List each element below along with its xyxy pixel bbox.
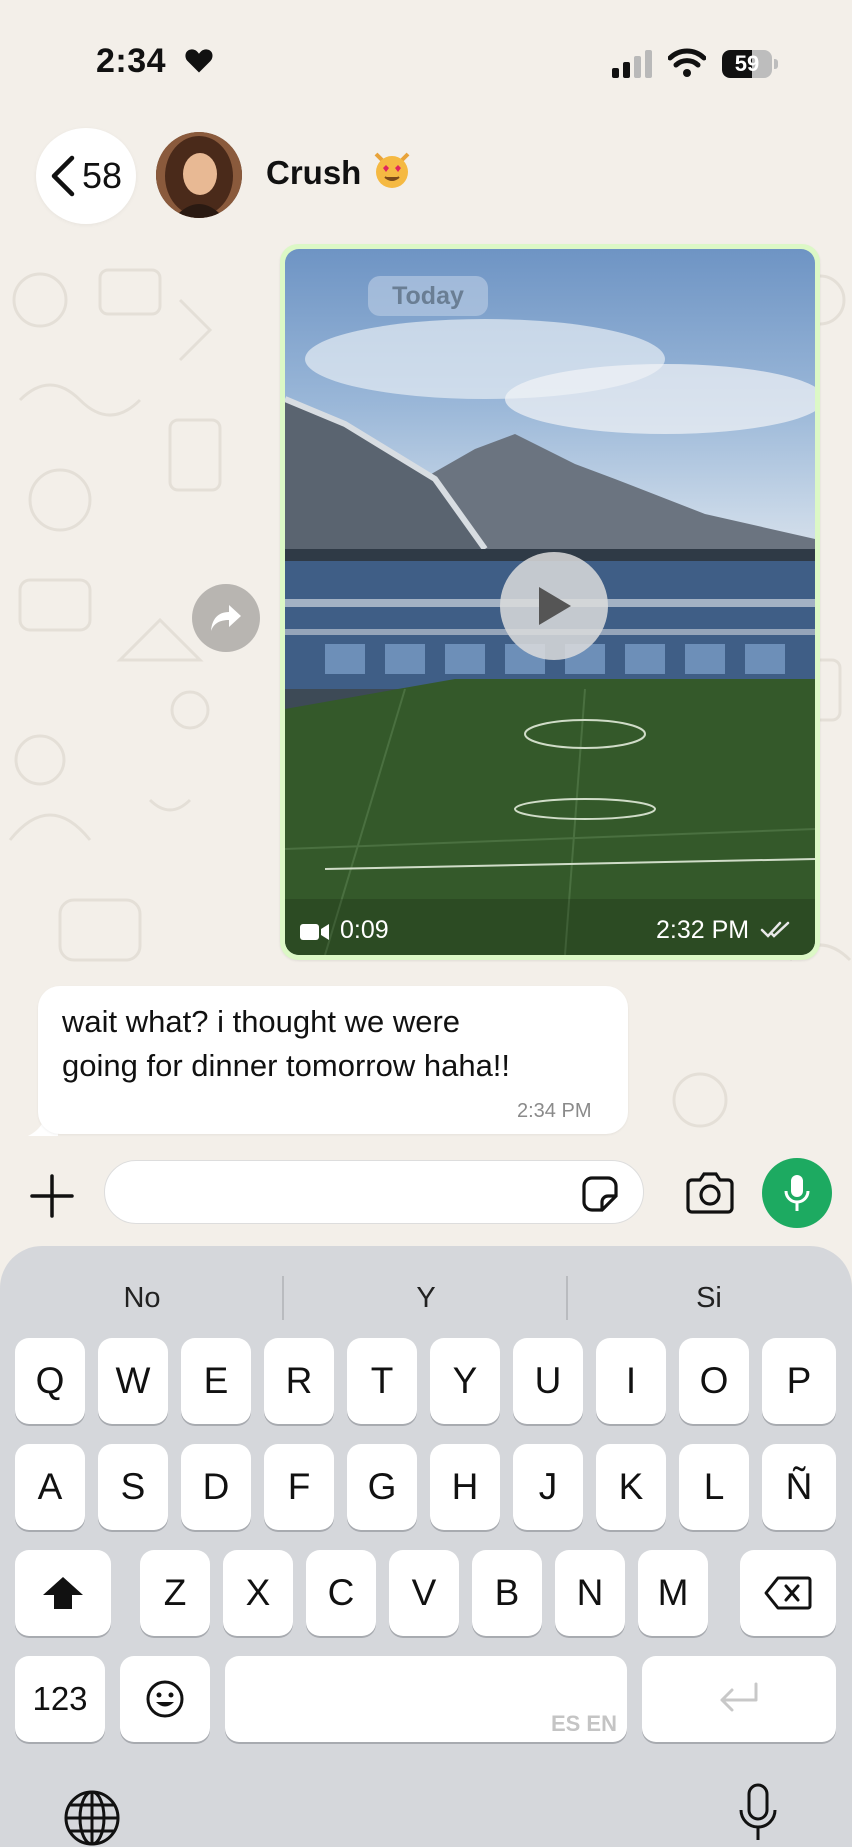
key-l[interactable]: L <box>679 1444 749 1530</box>
key-o[interactable]: O <box>679 1338 749 1424</box>
microphone-icon <box>784 1175 810 1211</box>
heart-eyes-cat-icon <box>374 152 410 188</box>
key-u[interactable]: U <box>513 1338 583 1424</box>
space-bar[interactable]: ES EN <box>225 1656 627 1742</box>
emoji-key[interactable] <box>120 1656 210 1742</box>
suggestion-divider <box>566 1276 568 1320</box>
contact-name[interactable]: Crush <box>266 154 361 192</box>
globe-icon[interactable] <box>62 1788 122 1847</box>
status-time: 2:34 <box>96 42 167 80</box>
key-x[interactable]: X <box>223 1550 293 1636</box>
contact-avatar[interactable] <box>156 132 242 218</box>
key-z[interactable]: Z <box>140 1550 210 1636</box>
key-w[interactable]: W <box>98 1338 168 1424</box>
video-camera-icon <box>300 924 329 940</box>
message-text: wait what? i thought we were going for d… <box>62 1004 511 1083</box>
key-q[interactable]: Q <box>15 1338 85 1424</box>
play-icon <box>539 587 571 625</box>
sticker-icon[interactable] <box>580 1174 620 1214</box>
message-time: 2:32 PM <box>656 916 750 944</box>
suggestion-divider <box>282 1276 284 1320</box>
play-button[interactable] <box>500 552 608 660</box>
shift-key[interactable] <box>15 1550 111 1636</box>
backspace-key[interactable] <box>740 1550 836 1636</box>
forward-arrow-icon <box>211 605 241 631</box>
key-s[interactable]: S <box>98 1444 168 1530</box>
wifi-icon <box>668 48 706 77</box>
forward-button[interactable] <box>192 584 260 652</box>
key-v[interactable]: V <box>389 1550 459 1636</box>
plus-icon[interactable] <box>28 1172 76 1220</box>
emoji-icon <box>146 1680 184 1718</box>
message-input[interactable] <box>104 1160 644 1224</box>
key-b[interactable]: B <box>472 1550 542 1636</box>
battery-indicator: 59 <box>722 50 778 78</box>
return-icon <box>720 1682 758 1712</box>
keyboard <box>0 1246 852 1847</box>
key-j[interactable]: J <box>513 1444 583 1530</box>
key-a[interactable]: A <box>15 1444 85 1530</box>
video-duration: 0:09 <box>340 916 389 944</box>
camera-icon[interactable] <box>684 1172 736 1214</box>
key-f[interactable]: F <box>264 1444 334 1530</box>
key-c[interactable]: C <box>306 1550 376 1636</box>
key-n-tilde[interactable]: Ñ <box>762 1444 836 1530</box>
key-t[interactable]: T <box>347 1338 417 1424</box>
key-d[interactable]: D <box>181 1444 251 1530</box>
backspace-icon <box>764 1576 812 1610</box>
key-n[interactable]: N <box>555 1550 625 1636</box>
key-y[interactable]: Y <box>430 1338 500 1424</box>
key-i[interactable]: I <box>596 1338 666 1424</box>
dictation-microphone-icon[interactable] <box>736 1782 780 1844</box>
suggestion-3[interactable]: Si <box>596 1268 822 1328</box>
key-p[interactable]: P <box>762 1338 836 1424</box>
key-h[interactable]: H <box>430 1444 500 1530</box>
back-button[interactable]: 58 <box>36 128 136 224</box>
unread-count: 58 <box>81 155 123 196</box>
shift-icon <box>43 1577 83 1609</box>
keyboard-languages: ES EN <box>550 1711 617 1736</box>
heart-icon <box>185 49 213 73</box>
cellular-signal-icon <box>612 50 652 78</box>
voice-record-button[interactable] <box>762 1158 832 1228</box>
key-g[interactable]: G <box>347 1444 417 1530</box>
key-e[interactable]: E <box>181 1338 251 1424</box>
message-time: 2:34 PM <box>517 1100 592 1122</box>
read-receipt-icon <box>760 921 790 938</box>
return-key[interactable] <box>642 1656 836 1742</box>
suggestion-2[interactable]: Y <box>310 1268 542 1328</box>
avatar-photo <box>156 132 242 218</box>
key-r[interactable]: R <box>264 1338 334 1424</box>
chevron-left-icon <box>51 155 75 197</box>
date-pill: Today <box>368 276 488 316</box>
numbers-key[interactable]: 123 <box>15 1656 105 1742</box>
suggestion-1[interactable]: No <box>30 1268 254 1328</box>
key-m[interactable]: M <box>638 1550 708 1636</box>
key-k[interactable]: K <box>596 1444 666 1530</box>
